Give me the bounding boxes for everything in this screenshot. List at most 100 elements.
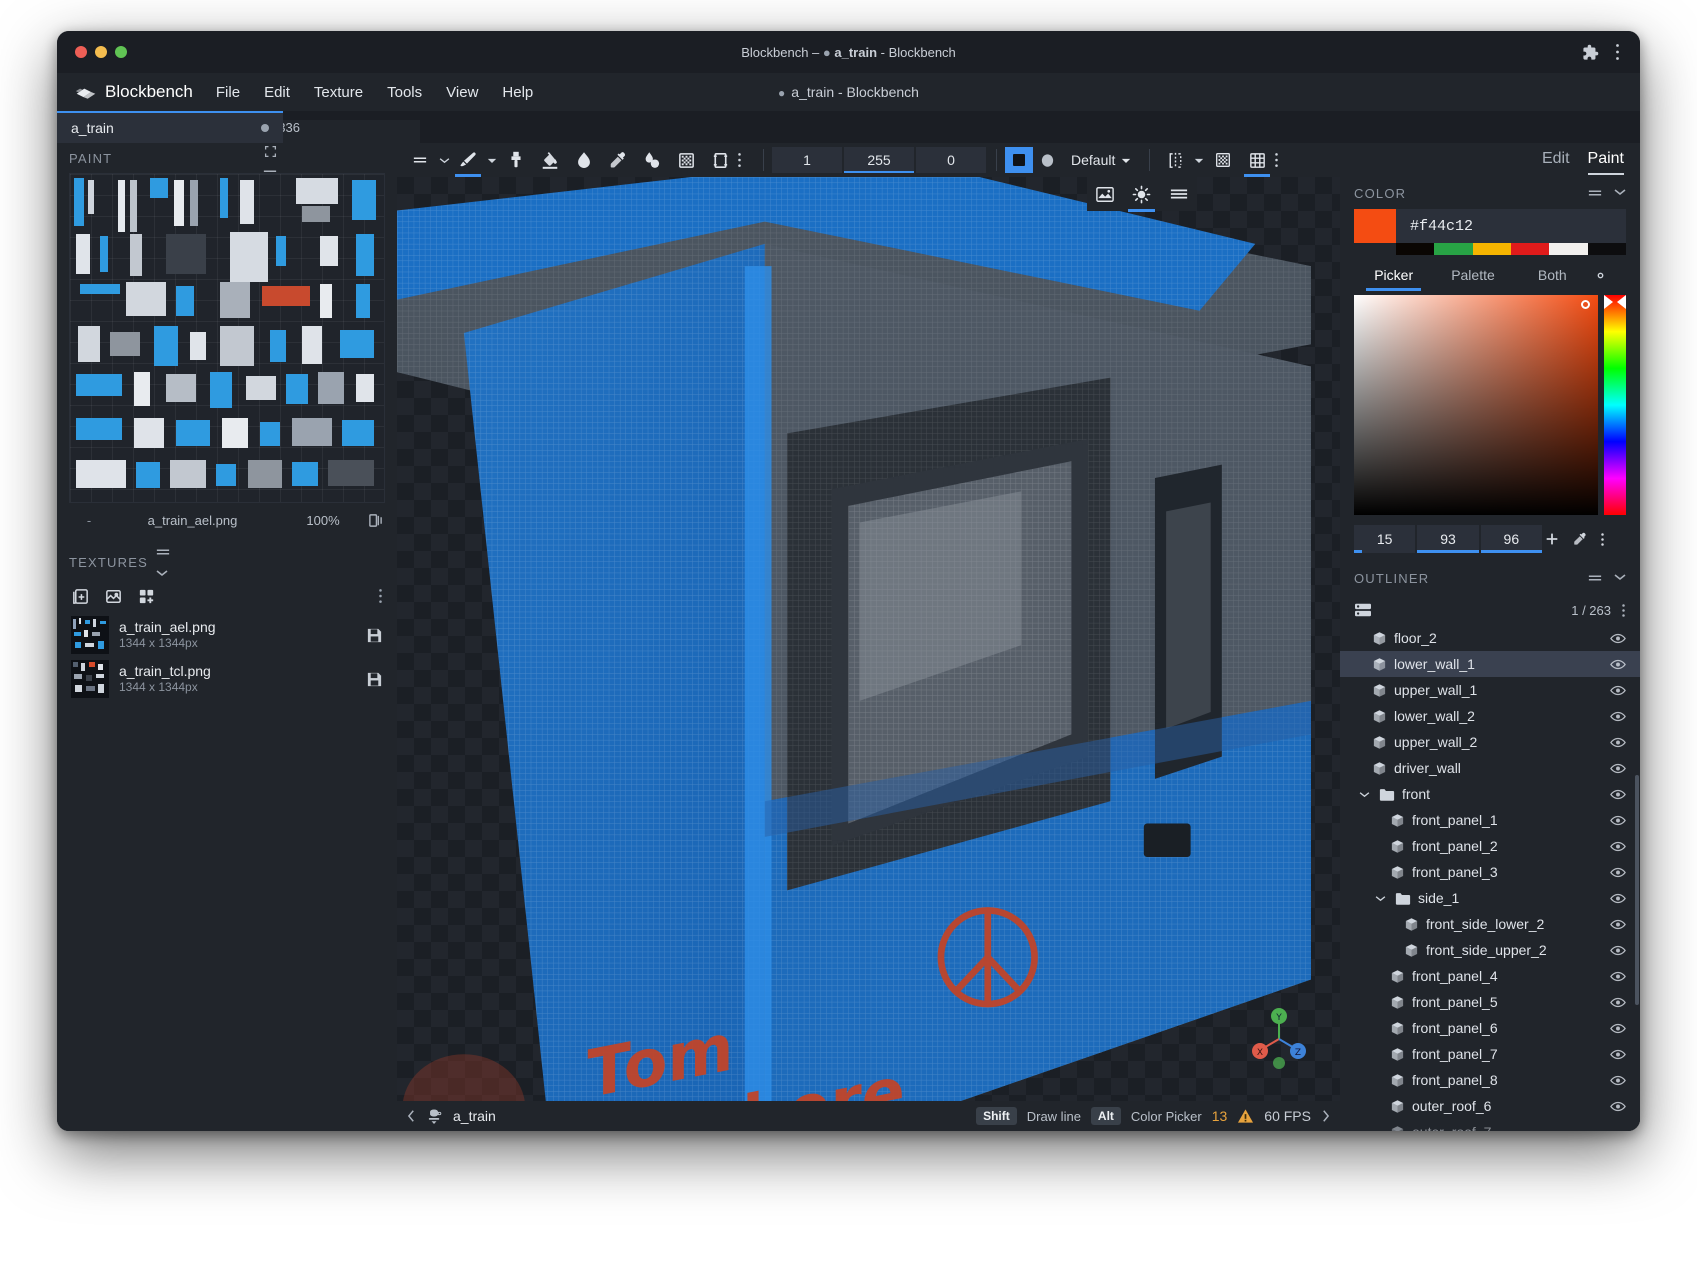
color-hex-input[interactable]: #f44c12 xyxy=(1396,209,1626,243)
visibility-icon[interactable] xyxy=(1610,945,1626,956)
visibility-icon[interactable] xyxy=(1610,1101,1626,1112)
outliner-item-front-side-lower-2[interactable]: front_side_lower_2 xyxy=(1340,911,1640,937)
visibility-icon[interactable] xyxy=(1610,815,1626,826)
brush-shape-square-button[interactable] xyxy=(1005,147,1033,173)
close-button[interactable] xyxy=(75,46,87,58)
brush-shape-circle-button[interactable] xyxy=(1033,147,1061,173)
menu-help[interactable]: Help xyxy=(491,79,544,106)
menu-file[interactable]: File xyxy=(205,79,251,106)
minimize-button[interactable] xyxy=(95,46,107,58)
chevron-left-icon[interactable] xyxy=(407,1109,416,1123)
visibility-icon[interactable] xyxy=(1610,1075,1626,1086)
chevron-down-icon[interactable] xyxy=(437,145,451,175)
dither-tool-button[interactable] xyxy=(669,145,703,175)
tab-edit[interactable]: Edit xyxy=(1542,150,1570,171)
mirror-options-chevron-icon[interactable] xyxy=(1192,145,1206,175)
saturation-value-box[interactable] xyxy=(1354,295,1598,515)
outliner-scrollbar[interactable] xyxy=(1635,775,1639,1005)
mirror-paint-button[interactable] xyxy=(1158,145,1192,175)
visibility-icon[interactable] xyxy=(1610,919,1626,930)
outliner-item-front-panel-5[interactable]: front_panel_5 xyxy=(1340,989,1640,1015)
tab-both[interactable]: Both xyxy=(1513,267,1592,291)
hue-slider[interactable] xyxy=(1604,295,1626,515)
list-view-icon[interactable] xyxy=(1354,602,1372,618)
blend-tool-button[interactable] xyxy=(635,145,669,175)
panel-menu-icon[interactable] xyxy=(1588,188,1602,198)
menu-edit[interactable]: Edit xyxy=(253,79,301,106)
layers-icon[interactable] xyxy=(368,513,383,528)
menu-view[interactable]: View xyxy=(435,79,489,106)
color-more-icon[interactable] xyxy=(1600,532,1626,547)
outliner-item-upper-wall-2[interactable]: upper_wall_2 xyxy=(1340,729,1640,755)
texture-list-item[interactable]: a_train_ael.png 1344 x 1344px xyxy=(57,613,397,657)
brush-options-chevron-icon[interactable] xyxy=(485,145,499,175)
outliner-item-outer-roof-6[interactable]: outer_roof_6 xyxy=(1340,1093,1640,1119)
palette-swatch[interactable] xyxy=(1511,243,1549,255)
visibility-icon[interactable] xyxy=(1610,763,1626,774)
palette-swatch[interactable] xyxy=(1588,243,1626,255)
brightness-icon[interactable] xyxy=(1132,185,1151,204)
hue-handle-left[interactable] xyxy=(1604,295,1613,309)
visibility-icon[interactable] xyxy=(1610,1049,1626,1060)
add-swatch-icon[interactable] xyxy=(1544,531,1570,547)
outliner-item-driver-wall[interactable]: driver_wall xyxy=(1340,755,1640,781)
window-controls[interactable] xyxy=(57,46,127,58)
eyedropper-icon[interactable] xyxy=(1572,531,1598,547)
outliner-item-front-panel-3[interactable]: front_panel_3 xyxy=(1340,859,1640,885)
3d-viewport[interactable]: Tom was here xyxy=(397,177,1340,1101)
visibility-icon[interactable] xyxy=(1610,685,1626,696)
save-texture-icon[interactable] xyxy=(366,671,383,688)
pixel-grid-button[interactable] xyxy=(1206,145,1240,175)
palette-swatch[interactable] xyxy=(1434,243,1472,255)
palette-swatch[interactable] xyxy=(1473,243,1511,255)
brush-softness-input[interactable]: 0 xyxy=(916,147,986,173)
outliner-item-lower-wall-2[interactable]: lower_wall_2 xyxy=(1340,703,1640,729)
fill-tool-button[interactable] xyxy=(533,145,567,175)
outliner-list[interactable]: floor_2 lower_wall_1 upper_wall_1 lower_… xyxy=(1340,625,1640,1131)
visibility-icon[interactable] xyxy=(1610,1023,1626,1034)
more-vertical-icon[interactable] xyxy=(1615,43,1620,61)
visibility-icon[interactable] xyxy=(1610,737,1626,748)
outliner-item-upper-wall-1[interactable]: upper_wall_1 xyxy=(1340,677,1640,703)
palette-swatch[interactable] xyxy=(1396,243,1434,255)
outliner-item-front-panel-6[interactable]: front_panel_6 xyxy=(1340,1015,1640,1041)
save-texture-icon[interactable] xyxy=(366,627,383,644)
warning-count[interactable]: 13 xyxy=(1212,1108,1228,1124)
toolbar-overflow-icon[interactable] xyxy=(1274,152,1292,168)
palette-swatch[interactable] xyxy=(1549,243,1587,255)
collapse-menu-icon[interactable] xyxy=(403,145,437,175)
project-tab-a-train[interactable]: a_train xyxy=(57,111,283,143)
create-template-icon[interactable] xyxy=(137,587,156,606)
visibility-icon[interactable] xyxy=(1610,997,1626,1008)
outliner-group-front[interactable]: front xyxy=(1340,781,1640,807)
outliner-item-front-panel-4[interactable]: front_panel_4 xyxy=(1340,963,1640,989)
chevron-down-icon[interactable] xyxy=(1614,188,1626,198)
chevron-right-icon[interactable] xyxy=(1321,1109,1330,1123)
visibility-icon[interactable] xyxy=(1610,893,1626,904)
warning-icon[interactable] xyxy=(1237,1108,1254,1124)
visibility-icon[interactable] xyxy=(1610,711,1626,722)
outliner-item-front-panel-7[interactable]: front_panel_7 xyxy=(1340,1041,1640,1067)
sv-handle[interactable] xyxy=(1581,300,1590,309)
outliner-item-floor-2[interactable]: floor_2 xyxy=(1340,625,1640,651)
color-field-v[interactable]: 96 xyxy=(1481,525,1542,553)
selection-frame-tool-button[interactable] xyxy=(703,145,737,175)
fullscreen-icon[interactable] xyxy=(264,145,277,158)
textures-more-icon[interactable] xyxy=(378,588,383,604)
visibility-icon[interactable] xyxy=(1610,841,1626,852)
current-color-swatch[interactable] xyxy=(1354,209,1396,243)
outliner-item-front-side-upper-2[interactable]: front_side_upper_2 xyxy=(1340,937,1640,963)
eyedropper-tool-button[interactable] xyxy=(601,145,635,175)
chevron-down-icon[interactable] xyxy=(1614,573,1626,583)
image-icon[interactable] xyxy=(1096,186,1114,203)
copy-paste-tool-button[interactable] xyxy=(499,145,533,175)
outliner-item-front-panel-2[interactable]: front_panel_2 xyxy=(1340,833,1640,859)
menu-texture[interactable]: Texture xyxy=(303,79,374,106)
hue-handle-right[interactable] xyxy=(1617,295,1626,309)
visibility-icon[interactable] xyxy=(1610,633,1626,644)
maximize-button[interactable] xyxy=(115,46,127,58)
visibility-icon[interactable] xyxy=(1610,659,1626,670)
visibility-icon[interactable] xyxy=(1610,971,1626,982)
outliner-item-front-panel-8[interactable]: front_panel_8 xyxy=(1340,1067,1640,1093)
outliner-item-lower-wall-1[interactable]: lower_wall_1 xyxy=(1340,651,1640,677)
